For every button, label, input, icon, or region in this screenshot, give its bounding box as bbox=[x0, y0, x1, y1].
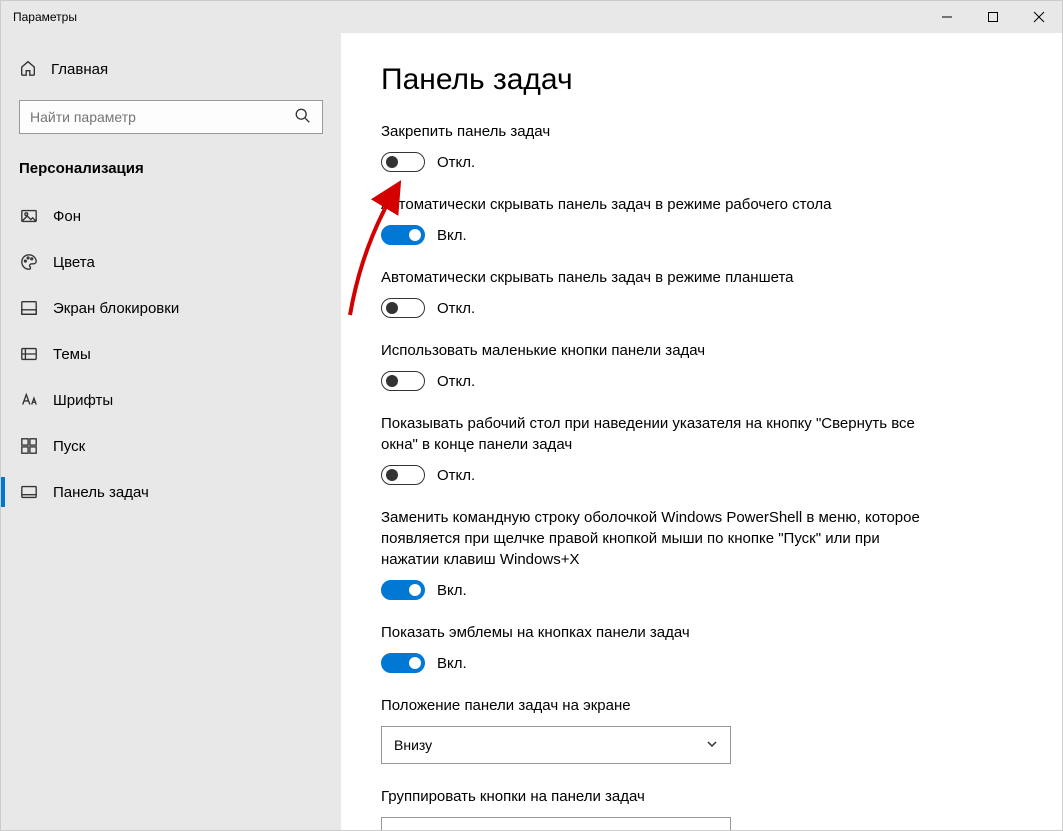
setting-label: Использовать маленькие кнопки панели зад… bbox=[381, 340, 941, 361]
nav-list: Фон Цвета Экран блокировки Темы Шрифты bbox=[1, 193, 341, 515]
palette-icon bbox=[19, 253, 39, 271]
nav-label: Экран блокировки bbox=[53, 300, 179, 317]
search-input[interactable] bbox=[30, 109, 294, 125]
nav-label: Шрифты bbox=[53, 392, 113, 409]
setting-label: Автоматически скрывать панель задач в ре… bbox=[381, 267, 941, 288]
toggle-state: Откл. bbox=[437, 300, 475, 317]
setting-autohide-tablet: Автоматически скрывать панель задач в ре… bbox=[381, 267, 941, 318]
setting-label: Группировать кнопки на панели задач bbox=[381, 786, 941, 807]
close-button[interactable] bbox=[1016, 1, 1062, 33]
nav-label: Цвета bbox=[53, 254, 95, 271]
setting-autohide-desktop: Автоматически скрывать панель задач в ре… bbox=[381, 194, 941, 245]
setting-label: Показать эмблемы на кнопках панели задач bbox=[381, 622, 941, 643]
sidebar-item-start[interactable]: Пуск bbox=[1, 423, 341, 469]
setting-label: Положение панели задач на экране bbox=[381, 695, 941, 716]
nav-label: Темы bbox=[53, 346, 91, 363]
toggle-state: Откл. bbox=[437, 467, 475, 484]
dropdown-value: Всегда, скрывать метки bbox=[394, 828, 547, 830]
sidebar: Главная Персонализация Фон Цвета bbox=[1, 33, 341, 830]
sidebar-item-lockscreen[interactable]: Экран блокировки bbox=[1, 285, 341, 331]
lockscreen-icon bbox=[19, 299, 39, 317]
setting-badges: Показать эмблемы на кнопках панели задач… bbox=[381, 622, 941, 673]
dropdown-combine[interactable]: Всегда, скрывать метки bbox=[381, 817, 731, 830]
themes-icon bbox=[19, 345, 39, 363]
setting-small-buttons: Использовать маленькие кнопки панели зад… bbox=[381, 340, 941, 391]
setting-lock-taskbar: Закрепить панель задач Откл. bbox=[381, 121, 941, 172]
toggle-state: Вкл. bbox=[437, 655, 467, 672]
fonts-icon bbox=[19, 391, 39, 409]
taskbar-icon bbox=[19, 483, 39, 501]
sidebar-item-taskbar[interactable]: Панель задач bbox=[1, 469, 341, 515]
setting-label: Показывать рабочий стол при наведении ук… bbox=[381, 413, 941, 455]
home-icon bbox=[19, 59, 37, 80]
section-title: Персонализация bbox=[1, 146, 341, 193]
toggle-state: Откл. bbox=[437, 373, 475, 390]
content-area: Панель задач Закрепить панель задач Откл… bbox=[341, 33, 1062, 830]
sidebar-item-fonts[interactable]: Шрифты bbox=[1, 377, 341, 423]
nav-label: Фон bbox=[53, 208, 81, 225]
toggle-badges[interactable] bbox=[381, 653, 425, 673]
toggle-lock-taskbar[interactable] bbox=[381, 152, 425, 172]
home-label: Главная bbox=[51, 61, 108, 78]
toggle-state: Вкл. bbox=[437, 582, 467, 599]
toggle-state: Откл. bbox=[437, 154, 475, 171]
page-title: Панель задач bbox=[381, 63, 1022, 97]
setting-position: Положение панели задач на экране Внизу bbox=[381, 695, 941, 764]
setting-label: Автоматически скрывать панель задач в ре… bbox=[381, 194, 941, 215]
dropdown-value: Внизу bbox=[394, 737, 432, 753]
chevron-down-icon bbox=[706, 828, 718, 830]
nav-label: Пуск bbox=[53, 438, 85, 455]
toggle-small-buttons[interactable] bbox=[381, 371, 425, 391]
search-input-wrap[interactable] bbox=[19, 100, 323, 134]
setting-powershell: Заменить командную строку оболочкой Wind… bbox=[381, 507, 941, 600]
setting-show-desktop-hover: Показывать рабочий стол при наведении ук… bbox=[381, 413, 941, 485]
window-title: Параметры bbox=[13, 10, 77, 24]
titlebar: Параметры bbox=[1, 1, 1062, 33]
sidebar-item-background[interactable]: Фон bbox=[1, 193, 341, 239]
window-controls bbox=[924, 1, 1062, 33]
maximize-button[interactable] bbox=[970, 1, 1016, 33]
start-icon bbox=[19, 437, 39, 455]
setting-label: Закрепить панель задач bbox=[381, 121, 941, 142]
sidebar-item-colors[interactable]: Цвета bbox=[1, 239, 341, 285]
toggle-autohide-tablet[interactable] bbox=[381, 298, 425, 318]
chevron-down-icon bbox=[706, 737, 718, 753]
toggle-show-desktop-hover[interactable] bbox=[381, 465, 425, 485]
picture-icon bbox=[19, 207, 39, 225]
setting-combine: Группировать кнопки на панели задач Всег… bbox=[381, 786, 941, 830]
nav-label: Панель задач bbox=[53, 484, 149, 501]
toggle-autohide-desktop[interactable] bbox=[381, 225, 425, 245]
sidebar-item-themes[interactable]: Темы bbox=[1, 331, 341, 377]
minimize-button[interactable] bbox=[924, 1, 970, 33]
dropdown-position[interactable]: Внизу bbox=[381, 726, 731, 764]
home-link[interactable]: Главная bbox=[1, 51, 341, 88]
setting-label: Заменить командную строку оболочкой Wind… bbox=[381, 507, 941, 570]
toggle-state: Вкл. bbox=[437, 227, 467, 244]
search-icon bbox=[294, 107, 312, 128]
toggle-powershell[interactable] bbox=[381, 580, 425, 600]
